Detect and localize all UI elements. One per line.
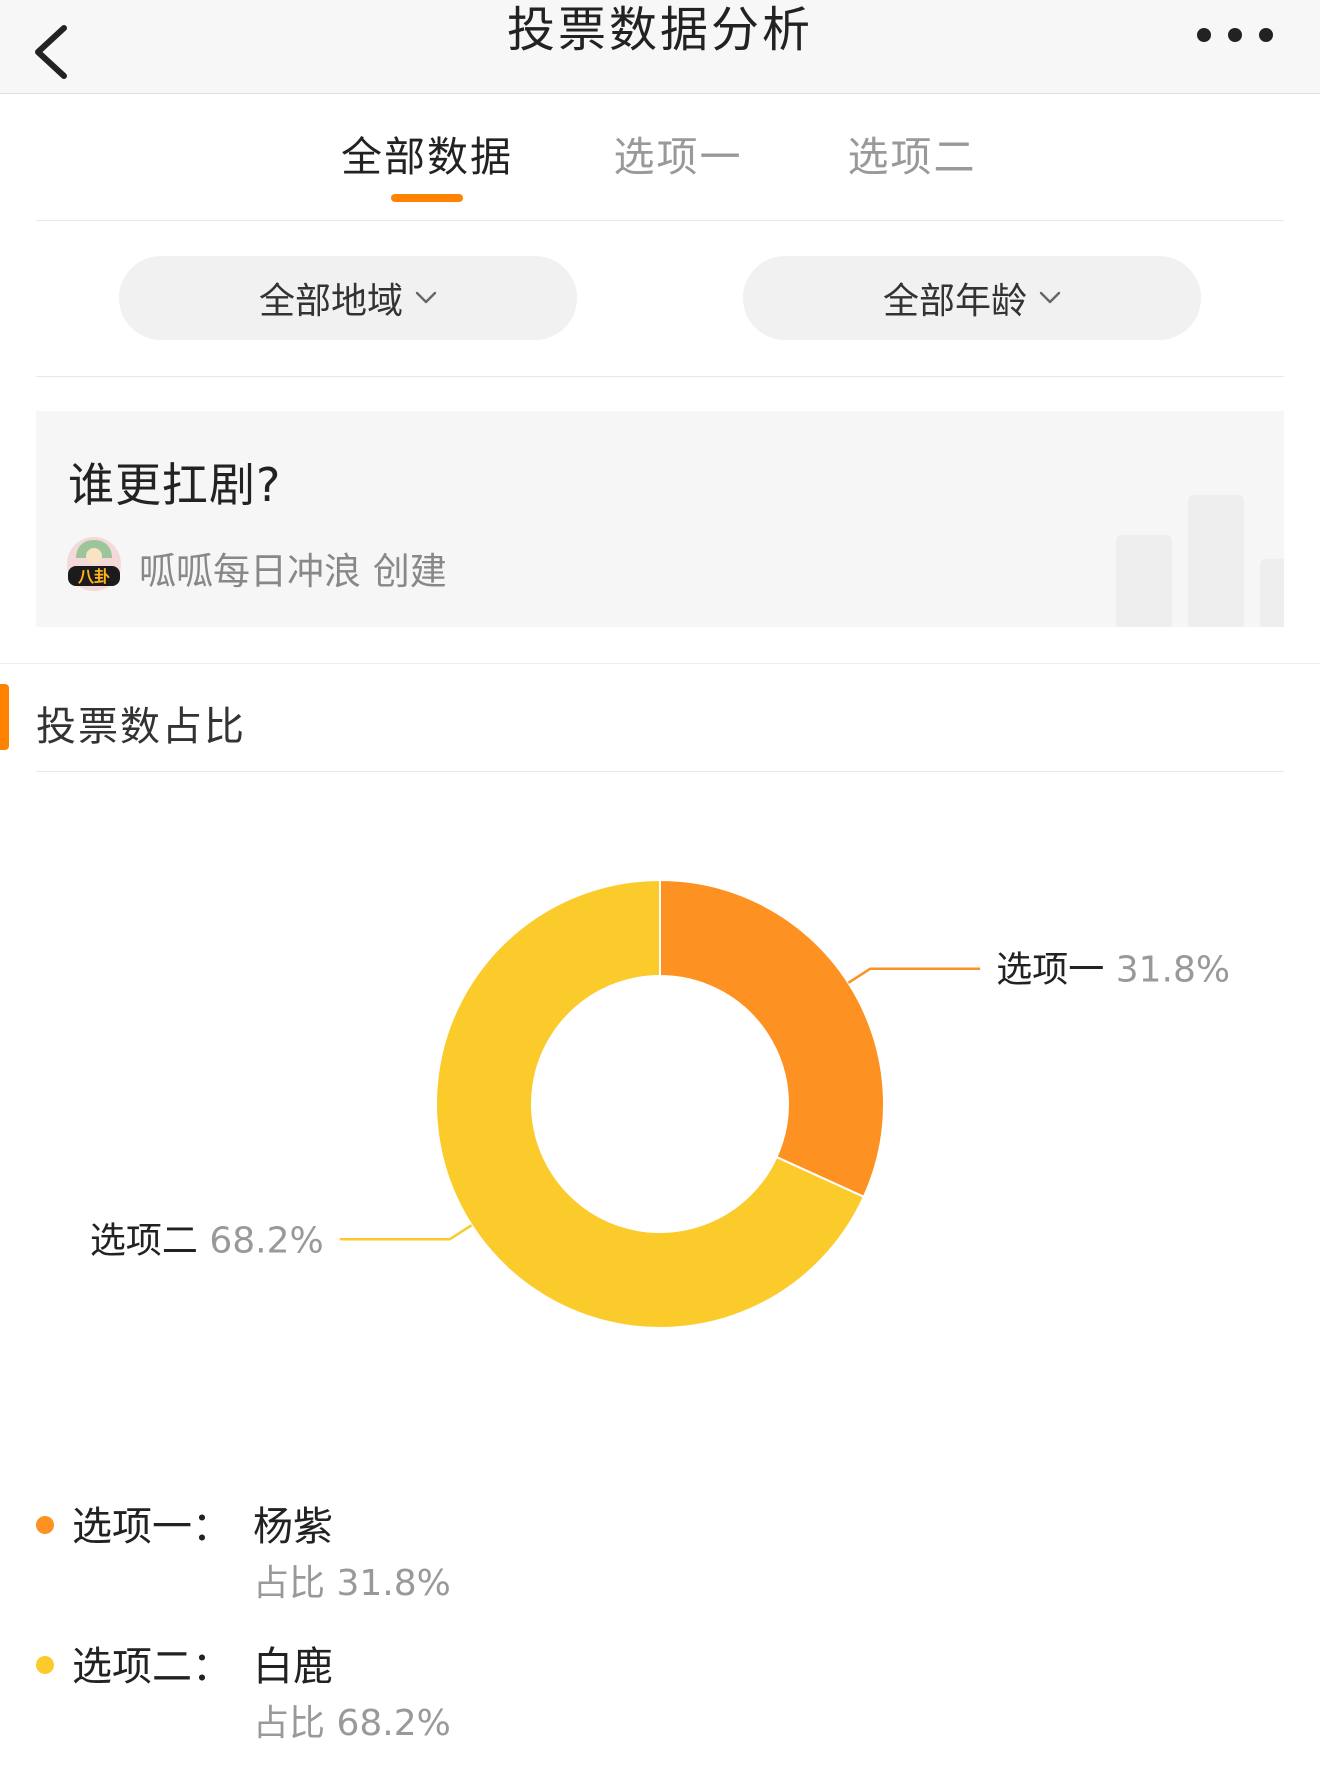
bar-chart-icon (1116, 495, 1284, 627)
slice-label-option-two: 选项二 68.2% (90, 1220, 324, 1261)
legend-dot-option-two (36, 1656, 54, 1674)
section-title: 投票数占比 (36, 704, 246, 750)
poll-question: 谁更扛剧? (68, 458, 282, 512)
legend-dot-option-one (36, 1516, 54, 1534)
age-filter-label: 全部年龄 (882, 281, 1027, 322)
legend-share-option-two: 占比 68.2% (253, 1703, 451, 1744)
tab-bar: 全部数据 选项一 选项二 (0, 93, 1320, 220)
legend-prefix-option-two: 选项二： (72, 1644, 232, 1690)
poll-card[interactable]: 谁更扛剧? 八卦 呱呱每日冲浪 创建 (36, 411, 1284, 627)
leader-line-option-one (847, 967, 981, 984)
active-tab-indicator (391, 194, 463, 202)
tab-option-one[interactable]: 选项一 (558, 123, 798, 183)
legend-name-option-one: 杨紫 (253, 1504, 333, 1550)
more-icon[interactable] (1194, 24, 1276, 46)
creator-avatar[interactable]: 八卦 (66, 536, 122, 592)
slice-label-option-one: 选项一 31.8% (996, 950, 1230, 991)
tab-option-two[interactable]: 选项二 (792, 123, 1032, 183)
region-filter-label: 全部地域 (258, 281, 403, 322)
divider (36, 771, 1284, 772)
legend-prefix-option-one: 选项一： (72, 1504, 232, 1550)
poll-creator: 呱呱每日冲浪 创建 (139, 550, 447, 593)
legend-item-option-two: 选项二： 白鹿 占比 68.2% (0, 1630, 1320, 1744)
divider (0, 663, 1320, 664)
donut-slice-option-one[interactable] (659, 878, 885, 1199)
legend-name-option-two: 白鹿 (253, 1644, 333, 1690)
legend-item-option-one: 选项一： 杨紫 占比 31.8% (0, 1490, 1320, 1604)
avatar-badge-text: 八卦 (77, 567, 110, 586)
divider (36, 220, 1284, 221)
chevron-down-icon (415, 291, 437, 304)
region-filter-dropdown[interactable]: 全部地域 (119, 256, 577, 340)
tab-all-data[interactable]: 全部数据 (307, 123, 547, 183)
legend-share-option-one: 占比 31.8% (253, 1563, 451, 1604)
section-accent-bar (0, 684, 9, 750)
age-filter-dropdown[interactable]: 全部年龄 (743, 256, 1201, 340)
vote-share-donut-chart: 选项一 31.8% 选项二 68.2% (90, 878, 1230, 1329)
chevron-down-icon (1039, 291, 1061, 304)
divider (36, 376, 1284, 377)
nav-bar: 投票数据分析 (0, 0, 1320, 94)
page-title: 投票数据分析 (506, 2, 813, 58)
leader-line-option-two (339, 1224, 473, 1241)
